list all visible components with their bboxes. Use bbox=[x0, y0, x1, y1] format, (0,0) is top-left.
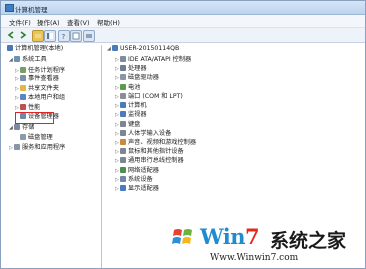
help-icon: ? bbox=[62, 33, 66, 41]
device-category[interactable]: ▷ 网络适配器 bbox=[115, 167, 159, 175]
tree-item-shared-folders[interactable]: ▷ 共享文件夹 bbox=[15, 85, 59, 93]
watermark-brand: Win7 bbox=[200, 224, 260, 249]
tree-item-task-scheduler[interactable]: ▷ 任务计划程序 bbox=[15, 67, 65, 75]
show-hide-tree-button[interactable] bbox=[44, 30, 56, 42]
back-button[interactable] bbox=[6, 30, 16, 40]
mouse-icon bbox=[120, 148, 126, 154]
processor-icon bbox=[120, 65, 126, 71]
display-adapter-icon bbox=[120, 185, 126, 191]
title-bar[interactable]: 计算机管理 bbox=[1, 1, 365, 15]
computer-root-icon bbox=[112, 45, 118, 51]
tree-item-storage[interactable]: ◢ 存储 bbox=[9, 124, 34, 132]
usb-icon bbox=[120, 157, 126, 163]
storage-icon bbox=[14, 124, 20, 130]
device-tree-root[interactable]: ◢ USER-20150114QB bbox=[107, 45, 179, 53]
monitor-icon bbox=[120, 111, 126, 117]
device-manager-highlight bbox=[15, 112, 54, 124]
device-category[interactable]: ▷ 人体学输入设备 bbox=[115, 130, 171, 138]
disk-drive-icon bbox=[120, 74, 126, 80]
tree-item-computer-management[interactable]: 计算机管理(本地) bbox=[7, 45, 63, 53]
scan-hardware-button[interactable] bbox=[83, 30, 95, 42]
tree-item-system-tools[interactable]: ◢ 系统工具 bbox=[9, 56, 47, 64]
scan-hardware-icon bbox=[86, 34, 92, 38]
sound-icon bbox=[120, 139, 126, 145]
device-category[interactable]: ▷ 鼠标和其他指针设备 bbox=[115, 148, 184, 156]
keyboard-icon bbox=[120, 121, 126, 127]
services-apps-icon bbox=[14, 144, 20, 150]
folder-up-icon bbox=[35, 34, 41, 38]
menu-bar: 文件(F) 操作(A) 查看(V) 帮助(H) bbox=[1, 15, 365, 28]
svg-text:?: ? bbox=[62, 33, 66, 41]
toolbar: ? bbox=[1, 28, 365, 43]
tree-item-local-users-groups[interactable]: ▷ 本地用户和组 bbox=[15, 94, 65, 102]
shared-folders-icon bbox=[20, 85, 26, 91]
watermark-url: Www.Winwin7.com bbox=[210, 253, 299, 263]
console-tree-icon bbox=[47, 33, 53, 39]
device-category[interactable]: ▷ 通用串行总线控制器 bbox=[115, 157, 184, 165]
port-icon bbox=[120, 93, 126, 99]
computer-management-app-icon bbox=[5, 4, 14, 12]
menu-view[interactable]: 查看(V) bbox=[67, 17, 90, 27]
task-scheduler-icon bbox=[20, 67, 26, 73]
device-category[interactable]: ▷ 端口 (COM 和 LPT) bbox=[115, 93, 183, 101]
tree-item-event-viewer[interactable]: ▷ 事件查看器 bbox=[15, 75, 59, 83]
device-category[interactable]: ▷ 显示适配器 bbox=[115, 185, 159, 193]
navigation-tree: 计算机管理(本地) ◢ 系统工具 ▷ 任务计划程序 ▷ 事件查看器 ▷ 共享文件夹 ▷ 本… bbox=[5, 45, 102, 268]
performance-icon bbox=[20, 104, 26, 110]
device-category[interactable]: ▷ 声音、视频和游戏控制器 bbox=[115, 139, 196, 147]
menu-file[interactable]: 文件(F) bbox=[9, 17, 31, 27]
disk-management-icon bbox=[20, 134, 26, 140]
menu-help[interactable]: 帮助(H) bbox=[97, 17, 120, 27]
device-category[interactable]: ▷ IDE ATA/ATAPI 控制器 bbox=[115, 56, 191, 64]
battery-icon bbox=[120, 84, 126, 90]
properties-icon bbox=[72, 32, 80, 40]
computer-management-icon bbox=[7, 45, 13, 51]
hid-icon bbox=[120, 130, 126, 136]
tree-item-performance[interactable]: ▷ 性能 bbox=[15, 104, 40, 112]
forward-button[interactable] bbox=[18, 30, 28, 40]
forward-arrow-icon bbox=[20, 31, 27, 39]
ide-controller-icon bbox=[120, 56, 126, 62]
tree-item-disk-management[interactable]: 磁盘管理 bbox=[20, 134, 53, 142]
windows-flag-logo-icon bbox=[169, 223, 197, 251]
device-category[interactable]: ▷ 电池 bbox=[115, 84, 140, 92]
system-device-icon bbox=[120, 176, 126, 182]
device-category[interactable]: ▷ 监视器 bbox=[115, 111, 147, 119]
menu-action[interactable]: 操作(A) bbox=[37, 17, 60, 27]
device-category[interactable]: ▷ 计算机 bbox=[115, 102, 147, 110]
device-category[interactable]: ▷ 磁盘驱动器 bbox=[115, 74, 159, 82]
window-title: 计算机管理 bbox=[15, 6, 48, 14]
watermark-brand-cn: 系统之家 bbox=[270, 230, 347, 252]
properties-button[interactable] bbox=[70, 30, 82, 42]
event-viewer-icon bbox=[20, 75, 26, 81]
site-watermark: Win7 系统之家 Www.Winwin7.com bbox=[168, 210, 366, 269]
device-category[interactable]: ▷ 系统设备 bbox=[115, 176, 153, 184]
system-tools-icon bbox=[14, 56, 20, 62]
up-folder-button[interactable] bbox=[32, 30, 44, 42]
device-category[interactable]: ▷ 键盘 bbox=[115, 121, 140, 129]
computer-icon bbox=[120, 102, 126, 108]
help-button[interactable]: ? bbox=[58, 30, 70, 42]
device-category[interactable]: ▷ 处理器 bbox=[115, 65, 147, 73]
back-arrow-icon bbox=[7, 31, 14, 39]
network-adapter-icon bbox=[120, 167, 126, 173]
tree-item-services-apps[interactable]: ▷ 服务和应用程序 bbox=[9, 144, 65, 152]
users-groups-icon bbox=[20, 94, 26, 100]
